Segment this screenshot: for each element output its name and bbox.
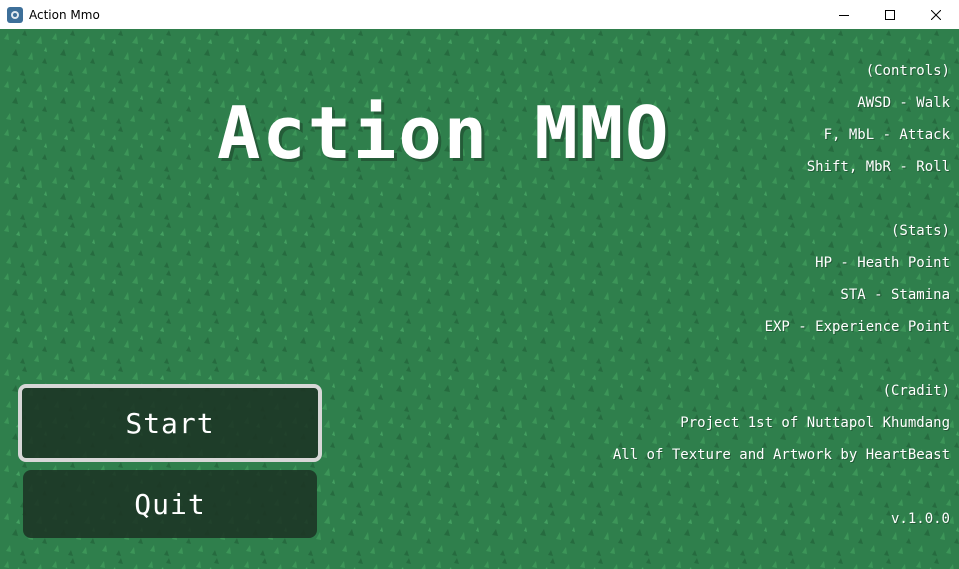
stats-hp: HP - Heath Point <box>815 255 950 271</box>
close-icon <box>931 9 941 20</box>
game-viewport: Action MMO (Controls) AWSD - Walk F, MbL… <box>0 29 959 569</box>
close-button[interactable] <box>913 0 959 29</box>
credit-project: Project 1st of Nuttapol Khumdang <box>680 415 950 431</box>
stats-exp: EXP - Experience Point <box>764 319 950 335</box>
minimize-button[interactable] <box>821 0 867 29</box>
controls-attack: F, MbL - Attack <box>823 127 950 143</box>
minimize-icon <box>839 14 849 16</box>
app-icon <box>7 6 23 23</box>
app-window: Action Mmo Action MMO (Controls) AWSD - … <box>0 0 959 569</box>
window-title: Action Mmo <box>29 7 100 22</box>
window-controls <box>821 0 959 29</box>
maximize-icon <box>885 9 895 20</box>
game-title: Action MMO <box>217 91 671 175</box>
start-button[interactable]: Start <box>18 384 322 462</box>
stats-header: (Stats) <box>890 223 950 239</box>
stats-sta: STA - Stamina <box>840 287 950 303</box>
start-button-label: Start <box>125 406 215 440</box>
controls-roll: Shift, MbR - Roll <box>806 159 950 175</box>
controls-header: (Controls) <box>865 63 950 79</box>
credit-artwork: All of Texture and Artwork by HeartBeast <box>612 447 950 463</box>
version-label: v.1.0.0 <box>890 511 950 527</box>
credit-header: (Cradit) <box>882 383 950 399</box>
quit-button-label: Quit <box>134 487 206 521</box>
quit-button[interactable]: Quit <box>23 470 317 538</box>
title-bar[interactable]: Action Mmo <box>0 0 959 29</box>
controls-walk: AWSD - Walk <box>857 95 950 111</box>
maximize-button[interactable] <box>867 0 913 29</box>
